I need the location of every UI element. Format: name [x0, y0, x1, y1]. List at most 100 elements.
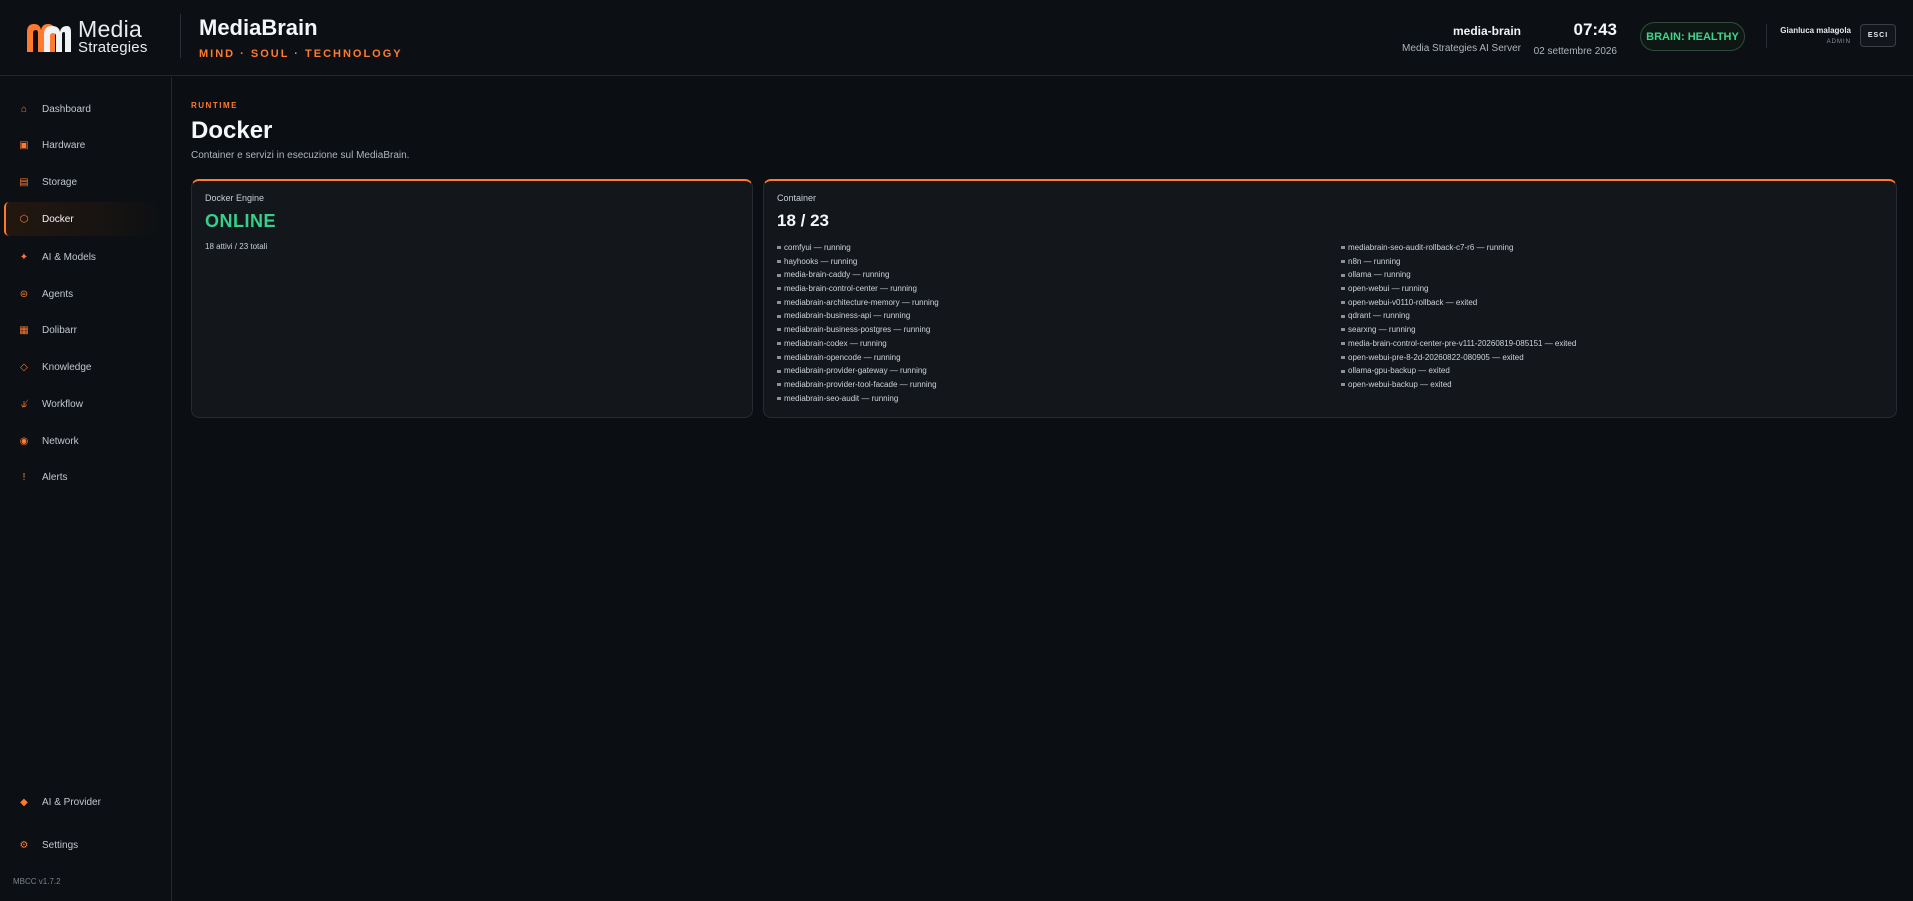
server-description: Media Strategies AI Server: [1402, 43, 1521, 54]
logo-mark-icon: [27, 24, 71, 52]
sidebar-item-label: Settings: [42, 839, 79, 851]
section-eyebrow: RUNTIME: [191, 101, 238, 110]
container-item-label: mediabrain-seo-audit — running: [784, 393, 899, 403]
container-item-label: mediabrain-opencode — running: [784, 352, 901, 362]
container-item: mediabrain-codex — running: [777, 337, 939, 351]
container-item-label: mediabrain-architecture-memory — running: [784, 297, 939, 307]
bullet-icon: [777, 273, 781, 277]
bullet-icon: [777, 328, 781, 332]
container-item: mediabrain-business-postgres — running: [777, 323, 939, 337]
sidebar-item-ai-provider[interactable]: ◆ AI & Provider: [4, 785, 164, 819]
header-divider: [180, 14, 181, 58]
top-header: Media Strategies MediaBrain MIND · SOUL …: [0, 0, 1913, 76]
sidebar-item-label: Alerts: [42, 471, 68, 483]
container-item-label: n8n — running: [1348, 256, 1401, 266]
bullet-icon: [1341, 328, 1345, 332]
bullet-icon: [777, 314, 781, 318]
container-item-label: open-webui-backup — exited: [1348, 379, 1452, 389]
container-item-label: mediabrain-codex — running: [784, 338, 887, 348]
sidebar-item-docker[interactable]: ⬡ Docker: [4, 202, 164, 236]
server-name: media-brain: [1452, 24, 1521, 38]
sidebar-item-dolibarr[interactable]: ▦ Dolibarr: [4, 313, 164, 347]
sidebar-item-ai-models[interactable]: ✦ AI & Models: [4, 240, 164, 274]
sidebar-item-label: Dashboard: [42, 103, 91, 115]
container-item: n8n — running: [1341, 255, 1576, 269]
container-item: mediabrain-architecture-memory — running: [777, 296, 939, 310]
sidebar-item-knowledge[interactable]: ◇ Knowledge: [4, 350, 164, 384]
container-item: ollama-gpu-backup — exited: [1341, 364, 1576, 378]
bullet-icon: [1341, 260, 1345, 264]
bullet-icon: [1341, 369, 1345, 373]
sidebar-item-settings[interactable]: ⚙ Settings: [4, 828, 164, 862]
container-card: Container 18 / 23 comfyui — running hayho…: [763, 179, 1897, 418]
bullet-icon: [1341, 287, 1345, 291]
container-item: mediabrain-opencode — running: [777, 351, 939, 365]
engine-status: ONLINE: [205, 211, 277, 231]
sidebar-item-workflow[interactable]: ⫝̸ Workflow: [4, 387, 164, 421]
sidebar-item-network[interactable]: ◉ Network: [4, 424, 164, 458]
health-badge[interactable]: BRAIN: HEALTHY: [1640, 22, 1745, 51]
page-title: Docker: [191, 117, 273, 144]
container-item-label: mediabrain-business-postgres — running: [784, 325, 931, 335]
bullet-icon: [1341, 355, 1345, 359]
sidebar-item-storage[interactable]: ▤ Storage: [4, 165, 164, 199]
hexagon-icon: ⬡: [19, 213, 29, 225]
container-item: media-brain-control-center-pre-v111-2026…: [1341, 337, 1576, 351]
sidebar-item-label: Docker: [42, 213, 74, 225]
container-item: mediabrain-seo-audit-rollback-c7-r6 — ru…: [1341, 241, 1576, 255]
diamond-icon: ◇: [20, 361, 28, 373]
container-item: media-brain-caddy — running: [777, 268, 939, 282]
sidebar-item-label: Hardware: [42, 139, 86, 151]
media-strategies-logo[interactable]: Media Strategies: [24, 18, 154, 56]
sidebar-item-alerts[interactable]: ! Alerts: [4, 460, 164, 494]
provider-icon: ◆: [20, 796, 28, 808]
container-list-right: mediabrain-seo-audit-rollback-c7-r6 — ru…: [1341, 241, 1576, 392]
sidebar-item-agents[interactable]: ⊜ Agents: [4, 277, 164, 311]
bullet-icon: [1341, 246, 1345, 250]
sidebar-item-label: AI & Models: [42, 251, 96, 263]
sidebar: ⌂ Dashboard ▣ Hardware ▤ Storage ⬡ Docke…: [0, 77, 172, 901]
card-label: Container: [777, 193, 817, 203]
container-item-label: mediabrain-provider-tool-facade — runnin…: [784, 379, 937, 389]
logo-line1: Media: [78, 15, 143, 42]
sidebar-item-hardware[interactable]: ▣ Hardware: [4, 128, 164, 162]
workflow-icon: ⫝̸: [21, 398, 27, 410]
container-item: comfyui — running: [777, 241, 939, 255]
card-label: Docker Engine: [205, 193, 265, 203]
bullet-icon: [777, 342, 781, 346]
container-item: mediabrain-business-api — running: [777, 309, 939, 323]
container-item: mediabrain-seo-audit — running: [777, 392, 939, 406]
chip-icon: ▣: [19, 139, 29, 151]
server-info: media-brain Media Strategies AI Server: [1402, 24, 1521, 54]
clock-date: 02 settembre 2026: [1533, 46, 1617, 57]
container-item-label: mediabrain-business-api — running: [784, 311, 911, 321]
clock: 07:43 02 settembre 2026: [1534, 20, 1617, 57]
bullet-icon: [777, 369, 781, 373]
network-icon: ◉: [19, 435, 29, 447]
app-title: MediaBrain: [199, 15, 318, 40]
user-name: Gianluca malagola: [1780, 26, 1851, 35]
container-item-label: qdrant — running: [1348, 311, 1410, 321]
container-item-label: open-webui-v0110-rollback — exited: [1348, 297, 1478, 307]
bullet-icon: [1341, 273, 1345, 277]
logout-button[interactable]: ESCI: [1860, 24, 1896, 47]
container-item-label: hayhooks — running: [784, 256, 858, 266]
header-divider-right: [1766, 24, 1767, 48]
logo-line2: Strategies: [78, 38, 148, 56]
home-icon: ⌂: [20, 103, 28, 115]
container-item-label: media-brain-control-center-pre-v111-2026…: [1348, 338, 1577, 348]
container-item-label: media-brain-caddy — running: [784, 270, 890, 280]
bullet-icon: [1341, 301, 1345, 305]
sidebar-item-label: Workflow: [42, 398, 83, 410]
sidebar-item-label: Network: [42, 435, 79, 447]
sidebar-item-label: Storage: [42, 176, 78, 188]
sidebar-item-label: Knowledge: [42, 361, 92, 373]
bullet-icon: [777, 396, 781, 400]
container-item-label: comfyui — running: [784, 243, 851, 252]
bullet-icon: [777, 301, 781, 305]
bullet-icon: [777, 287, 781, 291]
container-item-label: ollama — running: [1348, 270, 1411, 280]
sidebar-item-dashboard[interactable]: ⌂ Dashboard: [4, 92, 164, 126]
container-item-label: mediabrain-provider-gateway — running: [784, 366, 927, 376]
engine-summary: 18 attivi / 23 totali: [205, 242, 268, 251]
